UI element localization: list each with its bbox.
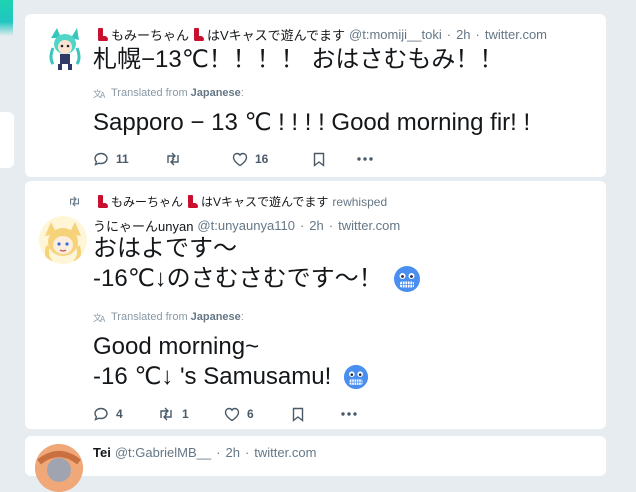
translation-text-line: -16 ℃↓ 's Samusamu! <box>93 363 332 390</box>
translation-text-line: Good morning~ <box>93 333 260 360</box>
rewhisper-name-suffix[interactable]: はVキャスで遊んでます <box>201 193 328 210</box>
rewhisper-name[interactable]: もみーちゃん <box>111 193 183 210</box>
translate-icon: 文 A <box>93 312 106 323</box>
heart-icon <box>224 407 240 421</box>
timestamp[interactable]: 2h <box>225 445 239 460</box>
avatar[interactable] <box>41 24 89 72</box>
boot-icon <box>186 195 199 208</box>
tweet-card[interactable]: もみーちゃん はVキャスで遊んでます rewhisped うにゃーんunyan … <box>25 181 606 429</box>
tweet-text-line-wrap: -16℃↓のさむさむです～！ <box>93 264 421 294</box>
reply-icon <box>94 152 108 166</box>
source-link[interactable]: twitter.com <box>338 218 400 233</box>
bookmark-button[interactable] <box>313 152 356 167</box>
reply-icon <box>94 407 108 421</box>
timestamp[interactable]: 2h <box>309 218 323 233</box>
boot-icon <box>96 28 108 41</box>
tweet-actions: 4 1 6 <box>93 406 358 422</box>
timestamp[interactable]: 2h <box>456 27 470 42</box>
like-count: 6 <box>247 407 254 421</box>
bookmark-icon <box>292 407 304 422</box>
retweet-count: 1 <box>182 407 189 421</box>
handle[interactable]: @t:momiji__toki <box>349 27 442 42</box>
avatar-image <box>39 216 87 264</box>
cold-face-emoji-icon <box>344 364 369 390</box>
translated-label: 文 A Translated from Japanese : <box>93 311 244 323</box>
source-link[interactable]: twitter.com <box>485 27 547 42</box>
handle[interactable]: @t:unyaunya110 <box>197 218 295 233</box>
cold-face-emoji-icon <box>393 266 420 292</box>
translation-text-line: Sapporo − 13 ℃ ! ! ! ! Good morning fir!… <box>93 109 531 136</box>
display-name[interactable]: Tei <box>93 445 111 460</box>
avatar[interactable] <box>39 216 87 264</box>
reply-button[interactable]: 4 <box>93 406 157 422</box>
retweet-button[interactable]: 1 <box>157 407 224 421</box>
translated-language: Japanese <box>190 311 241 323</box>
bookmark-button[interactable] <box>292 407 340 422</box>
tweet-header: もみーちゃん はVキャスで遊んでます @t:momiji__toki · 2h … <box>96 25 547 44</box>
tweet-text-line: おはよです～ <box>93 235 237 262</box>
translation-text: Good morning~ -16 ℃↓ 's Samusamu! <box>93 332 369 392</box>
retweet-icon <box>160 407 172 421</box>
heart-icon <box>232 152 248 166</box>
retweet-button[interactable] <box>164 152 232 166</box>
avatar[interactable] <box>35 444 83 492</box>
svg-text:A: A <box>100 91 106 99</box>
handle[interactable]: @t:GabrielMB__ <box>115 445 211 460</box>
rewhisper-banner: もみーちゃん はVキャスで遊んでます rewhisped <box>67 193 387 210</box>
retweet-icon <box>70 196 79 207</box>
source-link[interactable]: twitter.com <box>254 445 316 460</box>
reply-count: 4 <box>116 407 123 421</box>
boot-icon <box>192 28 205 41</box>
translation-text-line-wrap: -16 ℃↓ 's Samusamu! <box>93 362 369 392</box>
more-button[interactable] <box>356 156 374 162</box>
more-icon <box>341 412 357 416</box>
display-name[interactable]: もみーちゃん <box>111 25 189 44</box>
reply-button[interactable]: 11 <box>93 151 164 167</box>
display-name[interactable]: うにゃーんunyan <box>93 216 193 235</box>
boot-icon <box>96 195 108 208</box>
avatar-image <box>35 444 83 492</box>
like-button[interactable]: 16 <box>232 152 313 167</box>
left-column-card <box>0 112 14 168</box>
left-column-edge <box>0 0 14 461</box>
bookmark-icon <box>313 152 325 167</box>
translate-icon: 文 A <box>93 88 106 99</box>
tweet-card[interactable]: Tei @t:GabrielMB__ · 2h · twitter.com <box>25 436 606 492</box>
column-header-accent <box>0 0 13 36</box>
translated-language: Japanese <box>190 87 241 99</box>
translated-label: 文 A Translated from Japanese : <box>93 87 244 99</box>
tweet-text: 札幌−13℃！！！！ おはさむもみ！！ <box>93 45 503 75</box>
tweet-header: Tei @t:GabrielMB__ · 2h · twitter.com <box>93 445 317 460</box>
tweet-text: おはよです～ -16℃↓のさむさむです～！ <box>93 234 421 294</box>
avatar-image <box>41 24 89 72</box>
display-name-suffix[interactable]: はVキャスで遊んでます <box>207 25 345 44</box>
tweet-text-line: -16℃↓のさむさむです～！ <box>93 265 383 292</box>
retweet-icon <box>167 152 179 166</box>
like-count: 16 <box>255 152 269 166</box>
rewhisper-label: rewhisped <box>332 194 388 209</box>
tweet-card[interactable]: もみーちゃん はVキャスで遊んでます @t:momiji__toki · 2h … <box>25 14 606 177</box>
reply-count: 11 <box>116 152 129 166</box>
tweet-header: うにゃーんunyan @t:unyaunya110 · 2h · twitter… <box>93 216 401 235</box>
tweet-text-line: 札幌−13℃！！！！ おはさむもみ！！ <box>93 46 504 73</box>
translation-text: Sapporo − 13 ℃ ! ! ! ! Good morning fir!… <box>93 108 530 138</box>
tweet-actions: 11 16 <box>93 151 374 167</box>
like-button[interactable]: 6 <box>224 407 292 422</box>
more-icon <box>357 157 373 161</box>
more-button[interactable] <box>340 411 358 417</box>
svg-text:A: A <box>100 315 106 323</box>
